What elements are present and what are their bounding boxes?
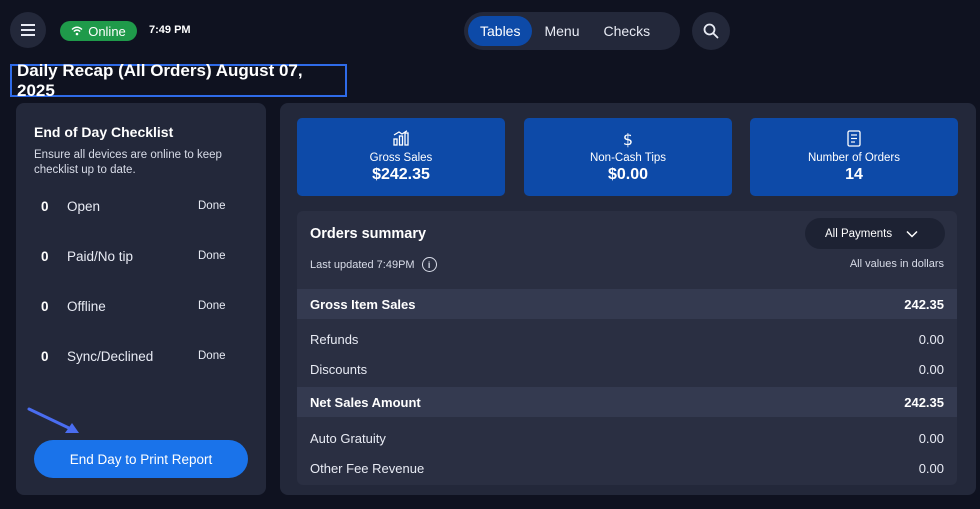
info-icon[interactable]: i [421, 257, 437, 272]
checklist-title: End of Day Checklist [34, 124, 174, 140]
stat-card-non-cash-tips[interactable]: $ Non-Cash Tips $0.00 [524, 118, 732, 196]
summary-row-label: Gross Item Sales [310, 297, 416, 312]
checklist-description: Ensure all devices are online to keep ch… [34, 149, 222, 176]
summary-row-value: 0.00 [918, 431, 944, 446]
orders-summary-title: Orders summary [310, 226, 427, 242]
summary-row-value: 242.35 [904, 297, 944, 312]
checklist-item-paid-no-tip: 0 Paid/No tip Done [16, 246, 266, 268]
checklist-item-open: 0 Open Done [16, 196, 266, 218]
summary-row-discounts: Discounts 0.00 [297, 354, 957, 384]
hamburger-icon [21, 24, 35, 36]
checklist-status: Done [198, 200, 226, 212]
page-title: Daily Recap (All Orders) August 07, 2025 [10, 61, 347, 100]
receipt-icon [847, 130, 861, 147]
hamburger-menu-button[interactable] [10, 12, 46, 48]
checklist-item-offline: 0 Offline Done [16, 296, 266, 318]
end-day-print-report-button[interactable]: End Day to Print Report [34, 440, 248, 478]
checklist-label: Open [67, 199, 101, 214]
checklist-label: Paid/No tip [67, 249, 134, 264]
summary-row-label: Auto Gratuity [310, 431, 386, 446]
checklist-status: Done [198, 250, 226, 262]
stat-label: Gross Sales [369, 152, 433, 164]
stat-label: Number of Orders [807, 152, 901, 164]
search-icon [703, 23, 719, 39]
summary-row-label: Discounts [310, 362, 368, 377]
payments-filter-value: All Payments [825, 227, 893, 240]
tab-tables[interactable]: Tables [468, 16, 533, 46]
clock-time: 7:49 PM [149, 24, 191, 36]
checklist-status: Done [198, 350, 226, 362]
summary-row-value: 242.35 [904, 395, 944, 410]
last-updated-text: Last updated 7:49PM [310, 258, 415, 271]
stat-value: $242.35 [372, 166, 430, 183]
summary-row-gross-item-sales: Gross Item Sales 242.35 [297, 289, 957, 319]
daily-recap-panel: Gross Sales $242.35 $ Non-Cash Tips $0.0… [280, 103, 976, 495]
checklist-count: 0 [41, 199, 49, 214]
checklist-label: Offline [67, 299, 106, 314]
last-updated: Last updated 7:49PM i [310, 257, 437, 272]
summary-row-value: 0.00 [918, 461, 944, 476]
chart-icon [393, 130, 409, 146]
nav-tabs: Tables Menu Checks [464, 12, 680, 50]
stat-card-gross-sales[interactable]: Gross Sales $242.35 [297, 118, 505, 196]
checklist-item-sync-declined: 0 Sync/Declined Done [16, 346, 266, 368]
stat-card-number-of-orders[interactable]: Number of Orders 14 [750, 118, 958, 196]
checklist-status: Done [198, 300, 226, 312]
checklist-count: 0 [41, 349, 49, 364]
stat-label: Non-Cash Tips [589, 152, 667, 164]
wifi-icon [71, 26, 83, 36]
summary-row-other-fee-revenue: Other Fee Revenue 0.00 [297, 453, 957, 483]
summary-row-value: 0.00 [918, 332, 944, 347]
stat-value: 14 [845, 166, 863, 183]
dollar-icon: $ [623, 130, 633, 148]
checklist-count: 0 [41, 249, 49, 264]
chevron-down-icon [906, 230, 918, 238]
orders-summary-card: Orders summary Last updated 7:49PM i All… [297, 211, 957, 485]
online-status-label: Online [88, 23, 126, 39]
annotation-arrow-icon [27, 407, 79, 433]
summary-row-refunds: Refunds 0.00 [297, 324, 957, 354]
search-button[interactable] [692, 12, 730, 50]
end-of-day-checklist-panel: End of Day Checklist Ensure all devices … [16, 103, 266, 495]
summary-row-label: Other Fee Revenue [310, 461, 425, 476]
top-bar: Online 7:49 PM Tables Menu Checks [0, 0, 980, 62]
summary-row-value: 0.00 [918, 362, 944, 377]
stat-value: $0.00 [607, 166, 649, 183]
checklist-label: Sync/Declined [67, 349, 154, 364]
payments-filter-dropdown[interactable]: All Payments [805, 218, 945, 249]
svg-text:$: $ [623, 130, 633, 148]
values-note: All values in dollars [849, 258, 944, 270]
online-status-badge: Online [60, 21, 137, 41]
summary-row-label: Refunds [310, 332, 359, 347]
tab-checks[interactable]: Checks [592, 16, 663, 46]
tab-menu[interactable]: Menu [532, 16, 591, 46]
checklist-count: 0 [41, 299, 49, 314]
summary-row-label: Net Sales Amount [310, 395, 421, 410]
summary-row-net-sales-amount: Net Sales Amount 242.35 [297, 387, 957, 417]
summary-row-auto-gratuity: Auto Gratuity 0.00 [297, 423, 957, 453]
